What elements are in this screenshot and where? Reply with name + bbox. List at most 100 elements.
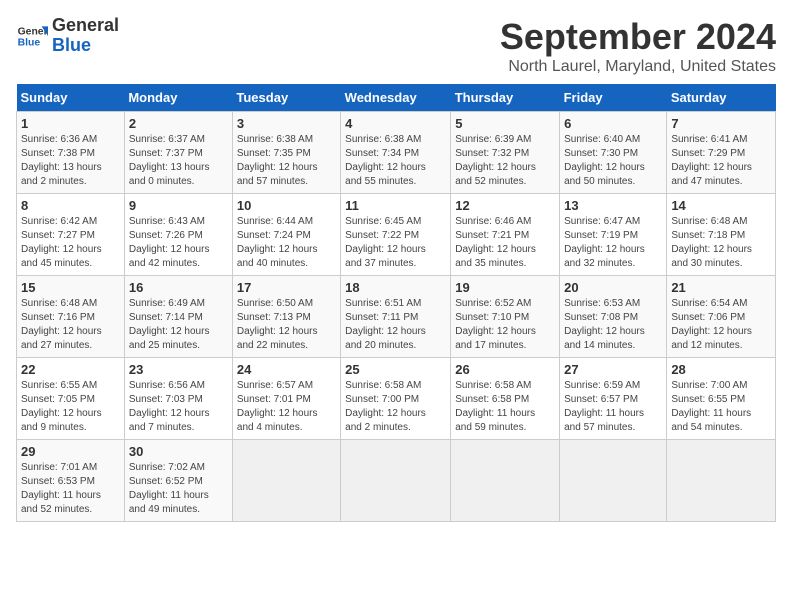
day-info: Sunrise: 7:00 AMSunset: 6:55 PMDaylight:… xyxy=(671,379,771,435)
calendar-cell: 22Sunrise: 6:55 AMSunset: 7:05 PMDayligh… xyxy=(17,358,125,440)
calendar-cell: 4 Sunrise: 6:38 AMSunset: 7:34 PMDaylight… xyxy=(341,112,451,194)
svg-text:Blue: Blue xyxy=(18,37,41,48)
day-info: Sunrise: 6:53 AMSunset: 7:08 PMDaylight:… xyxy=(564,297,662,353)
calendar-cell: 6 Sunrise: 6:40 AMSunset: 7:30 PMDaylight… xyxy=(560,112,667,194)
day-number: 8 xyxy=(21,198,120,213)
calendar-week-5: 29 Sunrise: 7:01 AMSunset: 6:53 PMDayligh… xyxy=(17,440,776,522)
day-number: 6 xyxy=(564,116,662,131)
logo-icon: General Blue xyxy=(16,20,48,52)
day-number: 27 xyxy=(564,362,662,377)
day-number: 7 xyxy=(671,116,771,131)
day-number: 26 xyxy=(455,362,555,377)
day-info: Sunrise: 6:43 AMSunset: 7:26 PMDaylight:… xyxy=(129,215,228,271)
calendar-cell: 1 Sunrise: 6:36 AMSunset: 7:38 PMDaylight… xyxy=(17,112,125,194)
calendar-body: 1 Sunrise: 6:36 AMSunset: 7:38 PMDaylight… xyxy=(17,112,776,522)
calendar-cell: 19 Sunrise: 6:52 AMSunset: 7:10 PMDayligh… xyxy=(451,276,560,358)
weekday-header-monday: Monday xyxy=(124,84,232,112)
calendar-week-1: 1 Sunrise: 6:36 AMSunset: 7:38 PMDaylight… xyxy=(17,112,776,194)
day-info: Sunrise: 6:44 AMSunset: 7:24 PMDaylight:… xyxy=(237,215,336,271)
calendar-cell: 3 Sunrise: 6:38 AMSunset: 7:35 PMDaylight… xyxy=(232,112,340,194)
day-number: 14 xyxy=(671,198,771,213)
logo-text: General Blue xyxy=(52,16,119,56)
page-header: General Blue General Blue September 2024… xyxy=(16,16,776,76)
calendar-cell: 13 Sunrise: 6:47 AMSunset: 7:19 PMDayligh… xyxy=(560,194,667,276)
day-number: 16 xyxy=(129,280,228,295)
day-info: Sunrise: 6:56 AMSunset: 7:03 PMDaylight:… xyxy=(129,379,228,435)
month-title: September 2024 xyxy=(500,16,776,58)
day-number: 1 xyxy=(21,116,120,131)
weekday-header-friday: Friday xyxy=(560,84,667,112)
day-number: 30 xyxy=(129,444,228,459)
day-number: 29 xyxy=(21,444,120,459)
calendar-cell: 15 Sunrise: 6:48 AMSunset: 7:16 PMDayligh… xyxy=(17,276,125,358)
day-number: 17 xyxy=(237,280,336,295)
day-info: Sunrise: 6:58 AMSunset: 6:58 PMDaylight:… xyxy=(455,379,555,435)
calendar-table: SundayMondayTuesdayWednesdayThursdayFrid… xyxy=(16,84,776,522)
day-info: Sunrise: 6:38 AMSunset: 7:35 PMDaylight:… xyxy=(237,133,336,189)
calendar-cell: 30 Sunrise: 7:02 AMSunset: 6:52 PMDayligh… xyxy=(124,440,232,522)
day-info: Sunrise: 6:38 AMSunset: 7:34 PMDaylight:… xyxy=(345,133,446,189)
day-number: 25 xyxy=(345,362,446,377)
weekday-header-saturday: Saturday xyxy=(667,84,776,112)
weekday-header-tuesday: Tuesday xyxy=(232,84,340,112)
day-info: Sunrise: 6:42 AMSunset: 7:27 PMDaylight:… xyxy=(21,215,120,271)
calendar-cell xyxy=(232,440,340,522)
day-number: 13 xyxy=(564,198,662,213)
calendar-cell: 10 Sunrise: 6:44 AMSunset: 7:24 PMDayligh… xyxy=(232,194,340,276)
calendar-week-3: 15 Sunrise: 6:48 AMSunset: 7:16 PMDayligh… xyxy=(17,276,776,358)
day-info: Sunrise: 6:45 AMSunset: 7:22 PMDaylight:… xyxy=(345,215,446,271)
day-info: Sunrise: 6:50 AMSunset: 7:13 PMDaylight:… xyxy=(237,297,336,353)
calendar-cell: 18Sunrise: 6:51 AMSunset: 7:11 PMDayligh… xyxy=(341,276,451,358)
day-number: 19 xyxy=(455,280,555,295)
calendar-cell xyxy=(341,440,451,522)
calendar-cell xyxy=(560,440,667,522)
day-number: 21 xyxy=(671,280,771,295)
calendar-cell xyxy=(451,440,560,522)
calendar-cell xyxy=(667,440,776,522)
day-number: 22 xyxy=(21,362,120,377)
weekday-header-thursday: Thursday xyxy=(451,84,560,112)
day-info: Sunrise: 7:01 AMSunset: 6:53 PMDaylight:… xyxy=(21,461,120,517)
day-info: Sunrise: 6:59 AMSunset: 6:57 PMDaylight:… xyxy=(564,379,662,435)
calendar-cell: 20Sunrise: 6:53 AMSunset: 7:08 PMDayligh… xyxy=(560,276,667,358)
day-info: Sunrise: 6:54 AMSunset: 7:06 PMDaylight:… xyxy=(671,297,771,353)
day-info: Sunrise: 7:02 AMSunset: 6:52 PMDaylight:… xyxy=(129,461,228,517)
day-number: 12 xyxy=(455,198,555,213)
day-number: 11 xyxy=(345,198,446,213)
day-number: 9 xyxy=(129,198,228,213)
calendar-cell: 17 Sunrise: 6:50 AMSunset: 7:13 PMDayligh… xyxy=(232,276,340,358)
day-number: 4 xyxy=(345,116,446,131)
day-number: 15 xyxy=(21,280,120,295)
calendar-cell: 8 Sunrise: 6:42 AMSunset: 7:27 PMDaylight… xyxy=(17,194,125,276)
day-number: 18 xyxy=(345,280,446,295)
calendar-cell: 11 Sunrise: 6:45 AMSunset: 7:22 PMDayligh… xyxy=(341,194,451,276)
day-number: 3 xyxy=(237,116,336,131)
calendar-cell: 12 Sunrise: 6:46 AMSunset: 7:21 PMDayligh… xyxy=(451,194,560,276)
day-info: Sunrise: 6:41 AMSunset: 7:29 PMDaylight:… xyxy=(671,133,771,189)
calendar-cell: 2 Sunrise: 6:37 AMSunset: 7:37 PMDaylight… xyxy=(124,112,232,194)
day-number: 10 xyxy=(237,198,336,213)
logo: General Blue General Blue xyxy=(16,16,119,56)
calendar-cell: 26 Sunrise: 6:58 AMSunset: 6:58 PMDayligh… xyxy=(451,358,560,440)
calendar-cell: 21 Sunrise: 6:54 AMSunset: 7:06 PMDayligh… xyxy=(667,276,776,358)
calendar-week-2: 8 Sunrise: 6:42 AMSunset: 7:27 PMDaylight… xyxy=(17,194,776,276)
day-info: Sunrise: 6:40 AMSunset: 7:30 PMDaylight:… xyxy=(564,133,662,189)
day-number: 28 xyxy=(671,362,771,377)
day-info: Sunrise: 6:36 AMSunset: 7:38 PMDaylight:… xyxy=(21,133,120,189)
day-info: Sunrise: 6:47 AMSunset: 7:19 PMDaylight:… xyxy=(564,215,662,271)
calendar-cell: 9 Sunrise: 6:43 AMSunset: 7:26 PMDaylight… xyxy=(124,194,232,276)
day-number: 2 xyxy=(129,116,228,131)
calendar-cell: 7 Sunrise: 6:41 AMSunset: 7:29 PMDaylight… xyxy=(667,112,776,194)
day-info: Sunrise: 6:39 AMSunset: 7:32 PMDaylight:… xyxy=(455,133,555,189)
calendar-week-4: 22Sunrise: 6:55 AMSunset: 7:05 PMDayligh… xyxy=(17,358,776,440)
day-info: Sunrise: 6:48 AMSunset: 7:16 PMDaylight:… xyxy=(21,297,120,353)
calendar-cell: 16Sunrise: 6:49 AMSunset: 7:14 PMDayligh… xyxy=(124,276,232,358)
day-info: Sunrise: 6:46 AMSunset: 7:21 PMDaylight:… xyxy=(455,215,555,271)
day-number: 5 xyxy=(455,116,555,131)
day-info: Sunrise: 6:37 AMSunset: 7:37 PMDaylight:… xyxy=(129,133,228,189)
day-number: 24 xyxy=(237,362,336,377)
day-info: Sunrise: 6:48 AMSunset: 7:18 PMDaylight:… xyxy=(671,215,771,271)
calendar-cell: 28 Sunrise: 7:00 AMSunset: 6:55 PMDayligh… xyxy=(667,358,776,440)
weekday-header-sunday: Sunday xyxy=(17,84,125,112)
day-info: Sunrise: 6:52 AMSunset: 7:10 PMDaylight:… xyxy=(455,297,555,353)
